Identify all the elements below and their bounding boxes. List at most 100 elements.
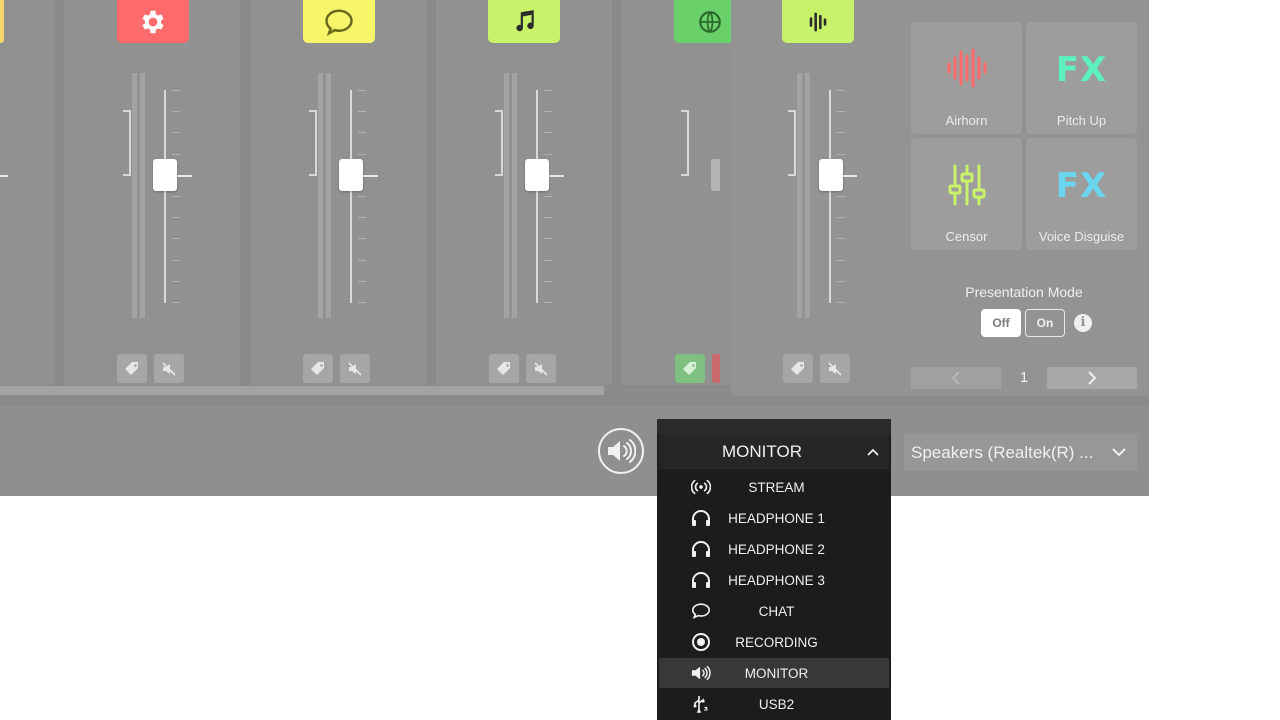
fader-tick xyxy=(358,238,366,240)
mixer-app: Airhorn FX Pitch Up Censor FX Voice Disg… xyxy=(0,0,1149,496)
info-icon[interactable]: i xyxy=(1074,314,1092,332)
fader-tick xyxy=(358,90,366,91)
mute-button[interactable] xyxy=(340,354,370,383)
level-bracket xyxy=(309,110,317,176)
output-select-value: MONITOR xyxy=(722,442,802,461)
fader-tick xyxy=(837,111,845,113)
fader-track xyxy=(829,90,831,303)
level-meter xyxy=(140,73,145,318)
fader-tick xyxy=(837,153,845,155)
tag-icon xyxy=(791,361,804,375)
tag-button[interactable] xyxy=(489,354,519,383)
soundpad-airhorn[interactable]: Airhorn xyxy=(911,22,1022,134)
gear-icon xyxy=(142,10,164,33)
fader-tick xyxy=(172,111,180,113)
soundpad-label: Censor xyxy=(945,229,988,244)
app-tile-3[interactable] xyxy=(488,0,560,43)
output-dropdown: MONITOR STREAM HEADPHONE 1 HEADPHONE 2 H… xyxy=(657,419,891,720)
app-tile-1[interactable] xyxy=(117,0,189,43)
channel-strip-1 xyxy=(64,0,240,385)
output-option-label: MONITOR xyxy=(744,665,809,681)
device-select-value: Speakers (Realtek(R) ... xyxy=(911,443,1094,462)
page-number: 1 xyxy=(1019,369,1029,386)
presentation-on-button[interactable]: On xyxy=(1025,309,1065,337)
fader-knob[interactable] xyxy=(819,159,843,191)
speaker-icon xyxy=(691,663,711,683)
fader-knob[interactable] xyxy=(525,159,549,191)
soundpad-voice-disguise[interactable]: FX Voice Disguise xyxy=(1026,138,1137,250)
channel-strip-partial xyxy=(0,0,55,385)
fader-track xyxy=(350,90,352,303)
fader-tick xyxy=(544,196,552,197)
fader-tick xyxy=(172,280,180,282)
app-tile-2[interactable] xyxy=(303,0,375,43)
fader-tick xyxy=(358,259,366,261)
fader-tick xyxy=(172,217,180,219)
tag-button[interactable] xyxy=(117,354,147,383)
output-option-recording[interactable]: RECORDING xyxy=(659,627,889,657)
tag-button[interactable] xyxy=(675,354,705,383)
app-tile[interactable] xyxy=(0,0,4,43)
fader-tick xyxy=(544,280,552,282)
tag-icon xyxy=(497,361,510,375)
output-select[interactable]: MONITOR xyxy=(659,435,889,469)
soundpad-censor[interactable]: Censor xyxy=(911,138,1022,250)
tag-icon xyxy=(311,361,324,375)
chat-bubble-icon xyxy=(691,601,711,621)
fader-tick xyxy=(358,132,366,134)
app-tile-5[interactable] xyxy=(782,0,854,43)
fx-icon: FX xyxy=(1055,166,1108,206)
output-option-headphone-1[interactable]: HEADPHONE 1 xyxy=(659,503,889,533)
mute-icon xyxy=(828,361,842,376)
fader-knob[interactable] xyxy=(711,159,720,191)
fader-tick xyxy=(358,196,366,197)
soundpad-pitch-up[interactable]: FX Pitch Up xyxy=(1026,22,1137,134)
level-meter xyxy=(805,73,810,318)
globe-icon xyxy=(699,10,721,33)
device-select[interactable]: Speakers (Realtek(R) ... xyxy=(904,434,1137,471)
fx-icon: FX xyxy=(1055,50,1108,90)
tag-button[interactable] xyxy=(303,354,333,383)
fader-tick xyxy=(172,153,180,155)
prev-page-button[interactable] xyxy=(911,367,1001,389)
fader-tick xyxy=(544,259,552,261)
fader-knob[interactable] xyxy=(339,159,363,191)
channel-scrollbar[interactable] xyxy=(0,386,604,395)
output-option-headphone-3[interactable]: HEADPHONE 3 xyxy=(659,565,889,595)
channel-strip-3 xyxy=(436,0,612,385)
output-option-headphone-2[interactable]: HEADPHONE 2 xyxy=(659,534,889,564)
output-option-label: STREAM xyxy=(748,479,805,495)
chevron-right-icon xyxy=(1088,371,1097,385)
headphones-icon xyxy=(691,539,711,559)
output-option-stream[interactable]: STREAM xyxy=(659,472,889,502)
mute-button[interactable] xyxy=(712,354,720,383)
output-option-chat[interactable]: CHAT xyxy=(659,596,889,626)
app-tile-4[interactable] xyxy=(674,0,731,43)
soundpad-label: Pitch Up xyxy=(1056,113,1107,128)
mute-button[interactable] xyxy=(526,354,556,383)
fader-tick xyxy=(544,302,552,303)
waveform-icon xyxy=(809,12,827,31)
monitor-speaker-button[interactable] xyxy=(598,428,644,474)
tag-button[interactable] xyxy=(783,354,813,383)
soundpad-panel: Airhorn FX Pitch Up Censor FX Voice Disg… xyxy=(731,0,1149,396)
level-bracket xyxy=(123,110,131,176)
speaker-icon xyxy=(608,439,636,463)
output-option-monitor[interactable]: MONITOR xyxy=(659,658,889,688)
fader-tick xyxy=(837,217,845,219)
waveform-icon xyxy=(911,48,1022,92)
fader-knob[interactable] xyxy=(153,159,177,191)
mute-button[interactable] xyxy=(820,354,850,383)
presentation-off-button[interactable]: Off xyxy=(981,309,1021,337)
next-page-button[interactable] xyxy=(1047,367,1137,389)
channel-strip-2 xyxy=(250,0,426,385)
fader-tick xyxy=(837,132,845,134)
fader-tick xyxy=(172,302,180,303)
mute-button[interactable] xyxy=(154,354,184,383)
fader-tick xyxy=(172,132,180,134)
fader-tick xyxy=(837,259,845,261)
fader-tick xyxy=(544,153,552,155)
level-meter xyxy=(512,73,517,318)
fader-tick xyxy=(837,196,845,197)
output-option-usb2[interactable]: USB2 xyxy=(659,689,889,719)
